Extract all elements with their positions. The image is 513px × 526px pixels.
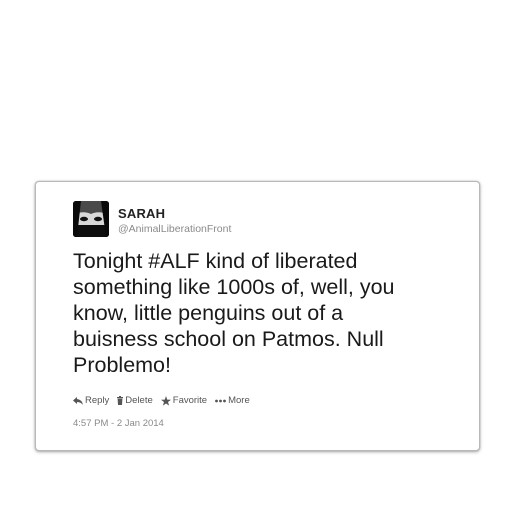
more-button[interactable]: More <box>215 395 250 406</box>
favorite-button[interactable]: Favorite <box>160 395 208 406</box>
ellipsis-icon <box>215 399 226 403</box>
avatar[interactable] <box>73 201 109 237</box>
delete-button[interactable]: Delete <box>117 395 153 406</box>
trash-icon <box>117 396 124 405</box>
reply-label: Reply <box>85 395 110 406</box>
tweet-actions: Reply Delete Favorite More <box>73 395 258 406</box>
tweet-timestamp[interactable]: 4:57 PM - 2 Jan 2014 <box>73 418 164 429</box>
avatar-image <box>73 201 109 237</box>
tweet-text: Tonight #ALF kind of liberated something… <box>73 249 395 377</box>
delete-label: Delete <box>125 395 153 406</box>
user-handle[interactable]: @AnimalLiberationFront <box>118 223 231 235</box>
reply-button[interactable]: Reply <box>73 395 109 406</box>
favorite-label: Favorite <box>172 395 208 406</box>
star-icon <box>160 395 171 406</box>
user-name[interactable]: SARAH <box>118 206 165 221</box>
tweet-card: SARAH @AnimalLiberationFront Tonight #AL… <box>35 181 480 451</box>
more-label: More <box>228 395 250 406</box>
reply-arrow-icon <box>73 396 83 405</box>
